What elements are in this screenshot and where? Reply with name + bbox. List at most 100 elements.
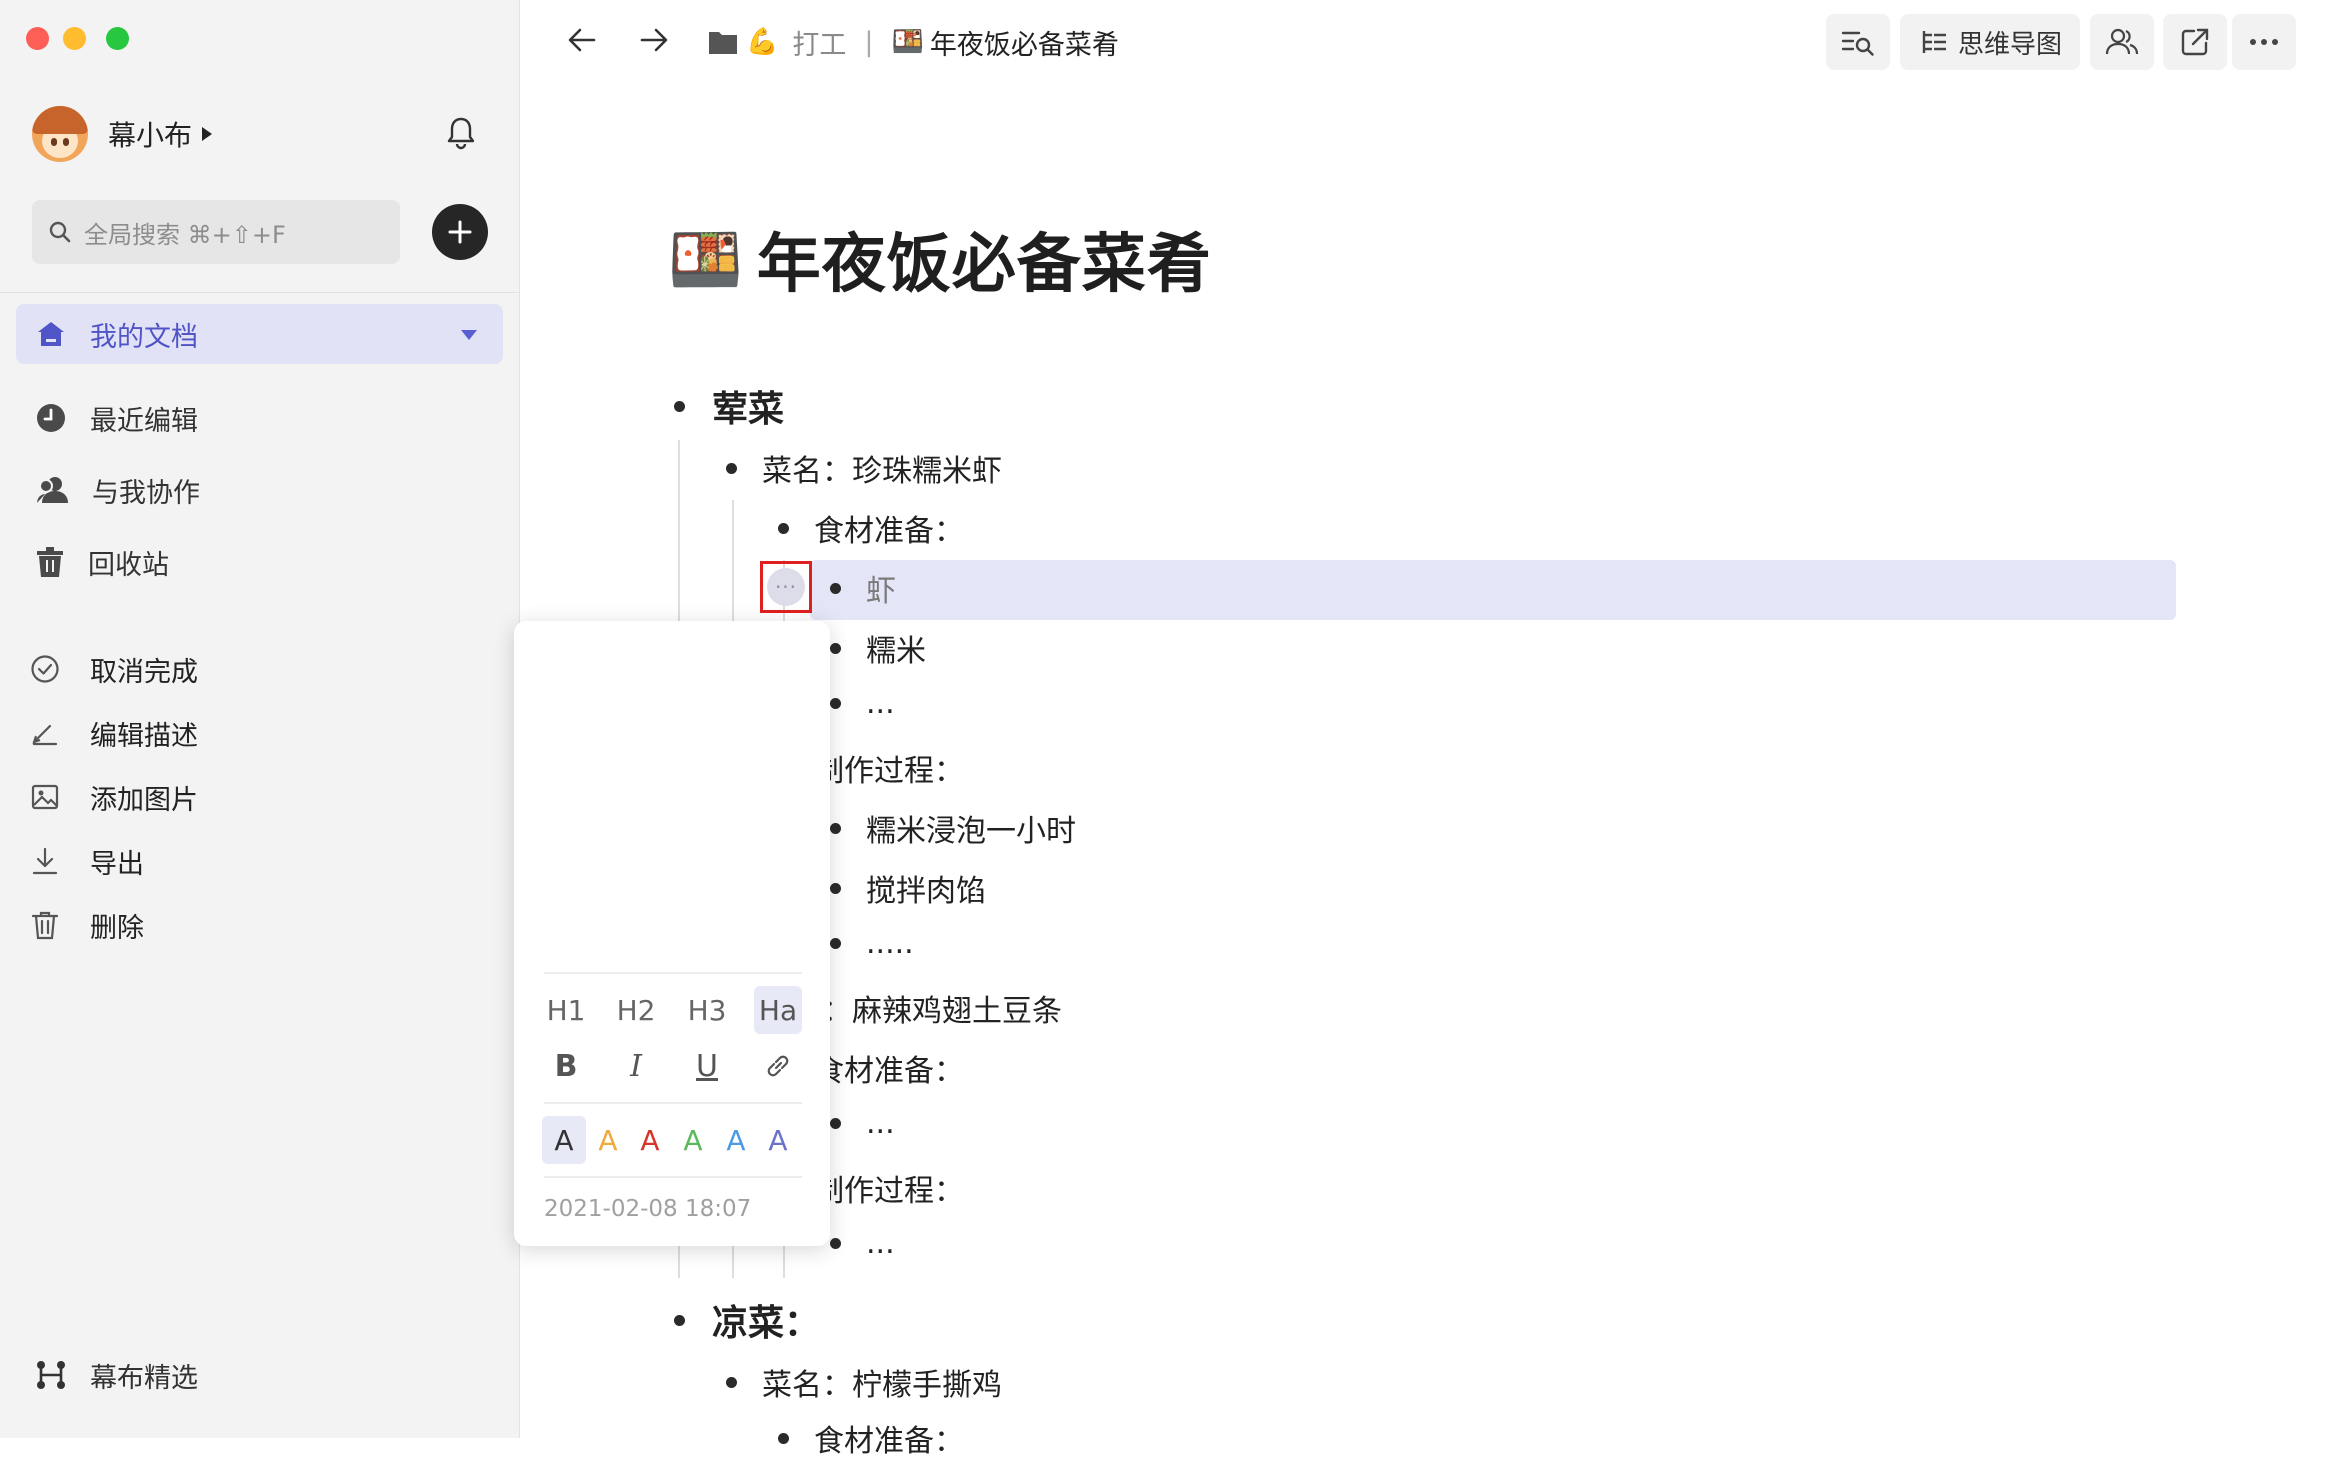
heading-2-button[interactable]: H2: [612, 986, 660, 1034]
image-icon: [30, 782, 60, 812]
search-placeholder: 全局搜索 ⌘+⇧+F: [84, 220, 286, 249]
menu-item-delete[interactable]: 删除: [30, 902, 144, 948]
selected-row-highlight: [810, 560, 2176, 620]
menu-item-export[interactable]: 导出: [30, 838, 144, 884]
menu-divider: [544, 972, 802, 974]
menu-item-label: 取消完成: [90, 656, 198, 688]
arrow-right-icon: [640, 28, 668, 52]
breadcrumb: 💪 打工 | 🍱 年夜饭必备菜肴: [708, 18, 1119, 66]
timestamp: 2021-02-08 18:07: [544, 1196, 752, 1222]
check-circle-icon: [30, 654, 60, 684]
download-icon: [30, 846, 60, 876]
mindmap-label: 思维导图: [1957, 29, 2062, 60]
bold-button[interactable]: B: [542, 1042, 590, 1090]
list-item[interactable]: 糯米浸泡一小时: [830, 806, 1076, 850]
mindmap-icon: [1922, 31, 1946, 53]
text-color-red-button[interactable]: A: [628, 1116, 672, 1164]
list-item[interactable]: 菜名：柠檬手撕鸡: [726, 1360, 1002, 1404]
clock-icon: [36, 403, 66, 433]
menu-item-add-image[interactable]: 添加图片: [30, 774, 198, 820]
menu-item-edit-description[interactable]: 编辑描述: [30, 710, 198, 756]
more-button[interactable]: [2232, 14, 2296, 70]
sidebar-item-label: 最近编辑: [90, 405, 198, 437]
list-item[interactable]: .....: [830, 926, 914, 961]
mindmap-button[interactable]: 思维导图: [1900, 14, 2080, 70]
home-icon: [36, 320, 66, 348]
menu-item-label: 编辑描述: [90, 720, 198, 752]
flexed-biceps-icon: 💪: [746, 27, 779, 57]
sidebar-item-recent[interactable]: 最近编辑: [36, 393, 198, 443]
list-item[interactable]: 食材准备：: [778, 1416, 964, 1460]
underline-button[interactable]: U: [683, 1042, 731, 1090]
users-outline-icon: [2105, 28, 2139, 55]
sidebar-item-trash[interactable]: 回收站: [36, 537, 169, 587]
page-title[interactable]: 🍱 年夜饭必备菜肴: [668, 214, 1212, 304]
search-icon: [48, 220, 72, 244]
text-color-purple-button[interactable]: A: [756, 1116, 800, 1164]
sidebar-item-label: 我的文档: [90, 321, 198, 353]
user-menu[interactable]: 幕小布: [32, 104, 213, 164]
text-color-blue-button[interactable]: A: [714, 1116, 758, 1164]
share-button[interactable]: [2163, 14, 2227, 70]
sidebar-item-label: 回收站: [88, 549, 169, 581]
sidebar-item-featured[interactable]: 幕布精选: [36, 1350, 198, 1400]
window-maximize-button[interactable]: [106, 27, 129, 50]
list-item-selected[interactable]: 虾: [830, 566, 896, 610]
row-more-button[interactable]: ···: [760, 561, 812, 613]
users-icon: [36, 475, 68, 505]
breadcrumb-parent[interactable]: 💪 打工: [708, 23, 846, 62]
edit-pen-icon: [30, 718, 60, 748]
avatar[interactable]: [32, 106, 88, 162]
menu-item-uncomplete[interactable]: 取消完成: [30, 646, 198, 692]
add-button[interactable]: [432, 204, 488, 260]
caret-right-icon: [202, 127, 213, 141]
outline-search-button[interactable]: [1826, 14, 1890, 70]
text-color-default-button[interactable]: A: [542, 1116, 586, 1164]
bento-box-icon: 🍱: [891, 27, 924, 57]
mindmap-nodes-icon: [36, 1360, 66, 1390]
trash-outline-icon: [30, 910, 60, 940]
breadcrumb-current: 年夜饭必备菜肴: [929, 29, 1119, 61]
menu-divider: [544, 1102, 802, 1104]
list-item[interactable]: 荤菜: [674, 380, 784, 432]
breadcrumb-separator: |: [864, 26, 874, 58]
heading-1-button[interactable]: H1: [542, 986, 590, 1034]
folder-icon: [709, 32, 737, 54]
list-item[interactable]: 凉菜：: [674, 1294, 820, 1346]
list-item[interactable]: 糯米: [830, 626, 926, 670]
sidebar-item-collab[interactable]: 与我协作: [36, 465, 200, 515]
list-item[interactable]: 食材准备：: [778, 506, 964, 550]
page-title-text: 年夜饭必备菜肴: [756, 228, 1212, 302]
more-horizontal-icon: [2250, 39, 2278, 45]
italic-button[interactable]: I: [612, 1042, 660, 1090]
plus-icon: [448, 220, 472, 244]
heading-3-button[interactable]: H3: [683, 986, 731, 1034]
caret-down-icon[interactable]: [461, 330, 477, 340]
text-color-orange-button[interactable]: A: [586, 1116, 630, 1164]
window-close-button[interactable]: [26, 27, 49, 50]
trash-icon: [36, 547, 64, 577]
bell-icon[interactable]: [446, 116, 476, 150]
window-minimize-button[interactable]: [63, 27, 86, 50]
user-name: 幕小布: [108, 119, 193, 152]
title-emoji-icon: 🍱: [668, 224, 743, 295]
text-color-green-button[interactable]: A: [671, 1116, 715, 1164]
sidebar-item-my-docs[interactable]: 我的文档: [16, 304, 503, 364]
list-item[interactable]: 菜名：珍珠糯米虾: [726, 446, 1002, 490]
menu-item-label: 导出: [90, 848, 144, 880]
arrow-left-icon: [568, 28, 596, 52]
forward-button[interactable]: [638, 24, 670, 56]
sidebar-divider: [0, 292, 520, 293]
list-item[interactable]: ...: [830, 686, 895, 721]
link-button[interactable]: [754, 1042, 802, 1090]
menu-divider: [544, 1176, 802, 1178]
collaborate-button[interactable]: [2090, 14, 2154, 70]
list-item[interactable]: ...: [830, 1106, 895, 1141]
search-input[interactable]: 全局搜索 ⌘+⇧+F: [32, 200, 400, 264]
list-item[interactable]: ...: [830, 1226, 895, 1261]
heading-normal-button[interactable]: Ha: [754, 986, 802, 1034]
back-button[interactable]: [566, 24, 598, 56]
menu-item-label: 添加图片: [90, 784, 198, 816]
breadcrumb-parent-label: 打工: [792, 29, 847, 61]
list-item[interactable]: 搅拌肉馅: [830, 866, 986, 910]
